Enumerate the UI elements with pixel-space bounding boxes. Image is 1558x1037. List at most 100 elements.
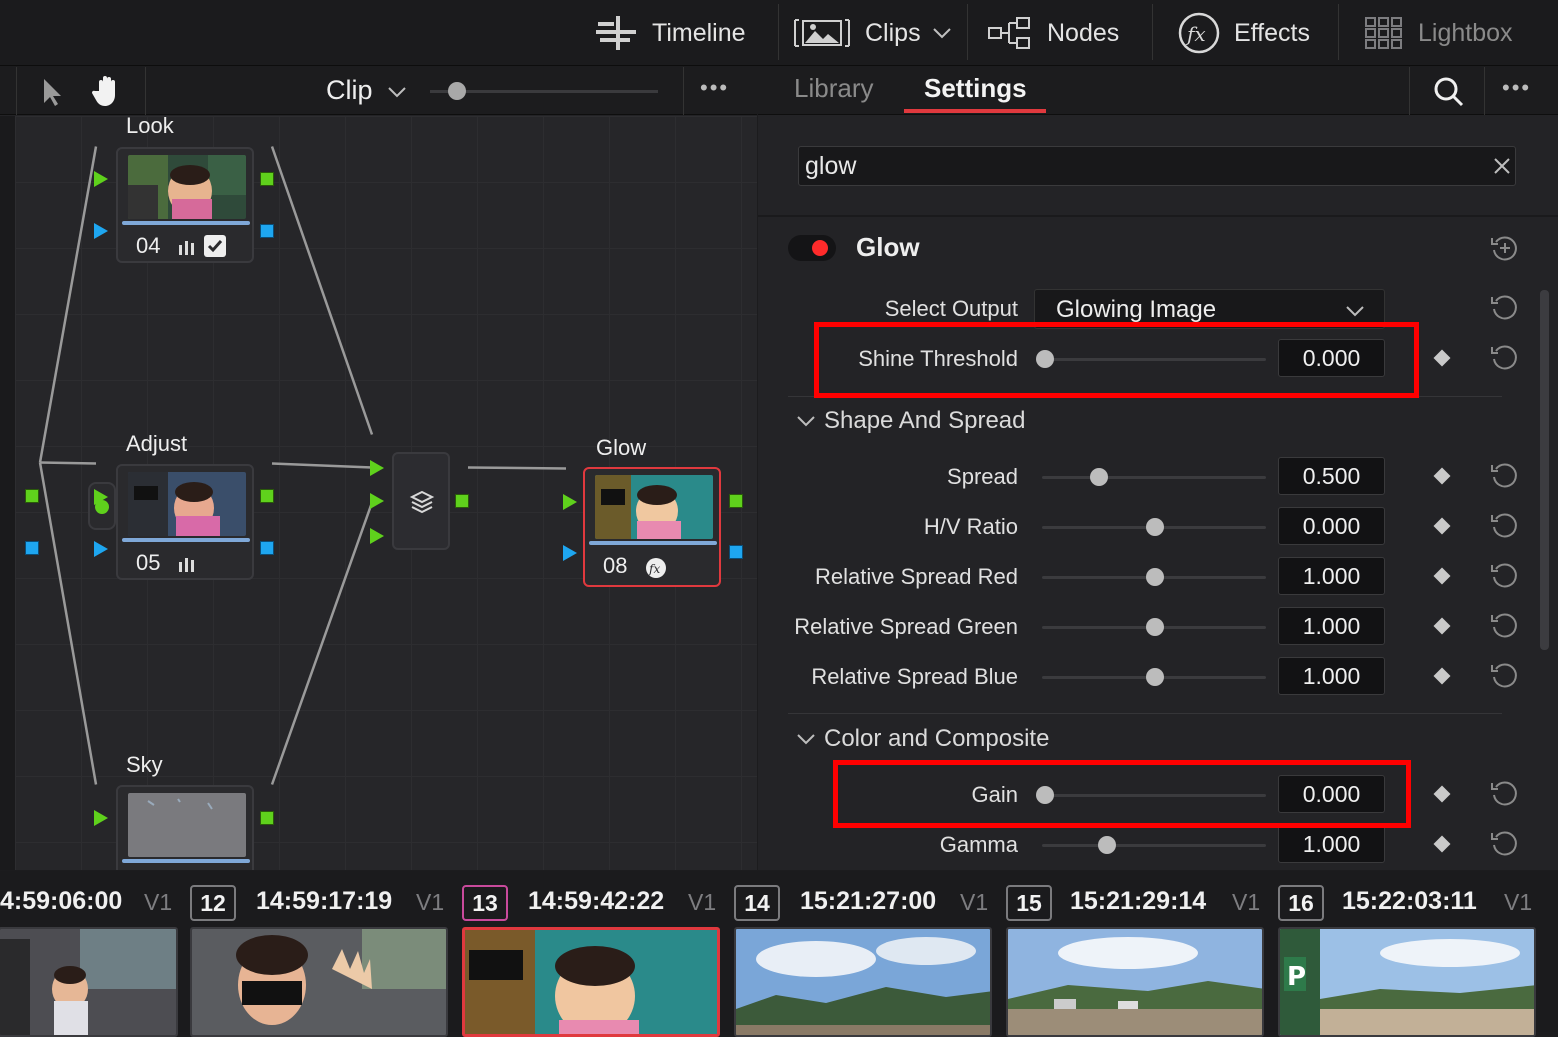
effect-enable-toggle[interactable] bbox=[788, 235, 836, 261]
mixer-input-2[interactable] bbox=[370, 493, 384, 509]
reset-icon[interactable] bbox=[1490, 611, 1518, 639]
settings-scrollbar[interactable] bbox=[1540, 290, 1549, 650]
timeline-clip-selected[interactable]: 13 14:59:42:22 V1 bbox=[462, 871, 722, 1037]
reset-icon[interactable] bbox=[1490, 661, 1518, 689]
glow-input-rgb[interactable] bbox=[563, 494, 577, 510]
adjust-input-rgb[interactable] bbox=[94, 489, 108, 505]
clips-label: Clips bbox=[865, 18, 921, 47]
node-sky[interactable] bbox=[116, 785, 254, 870]
input-port-blue[interactable] bbox=[25, 541, 39, 555]
timeline-clip[interactable]: 4:59:06:00 V1 bbox=[0, 871, 180, 1037]
relative-spread-red-slider[interactable] bbox=[1042, 568, 1266, 586]
search-input[interactable] bbox=[805, 151, 1465, 181]
keyframe-icon[interactable] bbox=[1433, 567, 1451, 585]
clips-button[interactable]: Clips bbox=[793, 0, 953, 66]
clip-number: 13 bbox=[462, 885, 508, 921]
timeline-button[interactable]: Timeline bbox=[594, 0, 746, 66]
gamma-slider[interactable] bbox=[1042, 836, 1266, 854]
relative-spread-blue-slider[interactable] bbox=[1042, 668, 1266, 686]
node-number: 08 bbox=[603, 553, 628, 578]
mixer-input-3[interactable] bbox=[370, 528, 384, 544]
look-output-rgb[interactable] bbox=[260, 172, 274, 186]
clip-track: V1 bbox=[416, 889, 445, 915]
section-shape-and-spread[interactable]: Shape And Spread bbox=[824, 407, 1026, 435]
adjust-input-alpha[interactable] bbox=[94, 541, 108, 557]
relative-spread-green-value[interactable]: 1.000 bbox=[1278, 607, 1385, 645]
clip-thumbnail bbox=[462, 927, 720, 1037]
settings-more-button[interactable]: ••• bbox=[1502, 75, 1531, 101]
clip-track: V1 bbox=[1504, 889, 1533, 915]
adjust-output-rgb[interactable] bbox=[260, 489, 274, 503]
glow-output-rgb[interactable] bbox=[729, 494, 743, 508]
chevron-down-icon[interactable] bbox=[796, 414, 816, 428]
keyframe-icon[interactable] bbox=[1433, 617, 1451, 635]
clip-timecode: 14:59:17:19 bbox=[256, 887, 393, 915]
timeline-clip[interactable]: 15 15:21:29:14 V1 bbox=[1006, 871, 1266, 1037]
sky-input-rgb[interactable] bbox=[94, 810, 108, 826]
reset-icon[interactable] bbox=[1490, 829, 1518, 857]
node-look[interactable]: 04 bbox=[116, 147, 254, 263]
nodes-button[interactable]: Nodes bbox=[987, 0, 1119, 66]
nodes-label: Nodes bbox=[1047, 18, 1120, 47]
search-icon[interactable] bbox=[1432, 75, 1466, 109]
timeline-clip[interactable]: 12 14:59:17:19 V1 bbox=[190, 871, 450, 1037]
chevron-down-icon[interactable] bbox=[796, 732, 816, 746]
reset-add-icon[interactable] bbox=[1490, 234, 1518, 262]
look-output-alpha[interactable] bbox=[260, 224, 274, 238]
effects-button[interactable]: fx Effects bbox=[1178, 0, 1310, 66]
reset-icon[interactable] bbox=[1490, 293, 1518, 321]
gamma-value[interactable]: 1.000 bbox=[1278, 825, 1385, 863]
keyframe-icon[interactable] bbox=[1433, 785, 1451, 803]
lightbox-button[interactable]: Lightbox bbox=[1364, 0, 1513, 66]
tab-settings[interactable]: Settings bbox=[924, 73, 1027, 104]
look-input-rgb[interactable] bbox=[94, 171, 108, 187]
mixer-input-1[interactable] bbox=[370, 460, 384, 476]
look-input-alpha[interactable] bbox=[94, 223, 108, 239]
hv-ratio-slider[interactable] bbox=[1042, 518, 1266, 536]
close-icon[interactable] bbox=[1493, 157, 1511, 175]
tab-library[interactable]: Library bbox=[794, 73, 873, 104]
reset-icon[interactable] bbox=[1490, 461, 1518, 489]
checkbox-icon[interactable] bbox=[204, 235, 226, 257]
clip-thumbnail bbox=[190, 927, 448, 1037]
svg-text:fx: fx bbox=[1185, 22, 1206, 46]
layer-mixer-node[interactable] bbox=[392, 452, 450, 550]
relative-spread-green-slider[interactable] bbox=[1042, 618, 1266, 636]
fx-icon: fx bbox=[646, 558, 666, 578]
reset-icon[interactable] bbox=[1490, 561, 1518, 589]
timeline-clip[interactable]: 14 15:21:27:00 V1 bbox=[734, 871, 994, 1037]
node-thumbnail bbox=[128, 472, 246, 536]
keyframe-icon[interactable] bbox=[1433, 667, 1451, 685]
relative-spread-red-value[interactable]: 1.000 bbox=[1278, 557, 1385, 595]
hv-ratio-label: H/V Ratio bbox=[923, 514, 1018, 539]
clip-thumbnail bbox=[734, 927, 992, 1037]
clip-timecode: 4:59:06:00 bbox=[0, 887, 123, 915]
keyframe-icon[interactable] bbox=[1433, 467, 1451, 485]
node-adjust[interactable]: 05 bbox=[116, 464, 254, 580]
node-label-sky: Sky bbox=[126, 752, 163, 777]
spread-value[interactable]: 0.500 bbox=[1278, 457, 1385, 495]
lightbox-grid-icon bbox=[1365, 17, 1402, 49]
reset-icon[interactable] bbox=[1490, 779, 1518, 807]
top-toolbar: Timeline Clips Nodes fx Effects Lightbox bbox=[0, 0, 1558, 66]
node-glow[interactable]: 08 fx bbox=[583, 467, 721, 587]
keyframe-icon[interactable] bbox=[1433, 349, 1451, 367]
reset-icon[interactable] bbox=[1490, 343, 1518, 371]
glow-output-alpha[interactable] bbox=[729, 545, 743, 559]
keyframe-icon[interactable] bbox=[1433, 835, 1451, 853]
glow-input-alpha[interactable] bbox=[563, 545, 577, 561]
reset-icon[interactable] bbox=[1490, 511, 1518, 539]
effects-search[interactable] bbox=[798, 146, 1516, 186]
hv-ratio-value[interactable]: 0.000 bbox=[1278, 507, 1385, 545]
mixer-output[interactable] bbox=[455, 494, 469, 508]
sky-output-rgb[interactable] bbox=[260, 811, 274, 825]
spread-slider[interactable] bbox=[1042, 468, 1266, 486]
clip-track: V1 bbox=[1232, 889, 1261, 915]
timeline-clip[interactable]: 16 15:22:03:11 V1 P bbox=[1278, 871, 1538, 1037]
section-color-and-composite[interactable]: Color and Composite bbox=[824, 725, 1049, 753]
adjust-output-alpha[interactable] bbox=[260, 541, 274, 555]
relative-spread-blue-value[interactable]: 1.000 bbox=[1278, 657, 1385, 695]
keyframe-icon[interactable] bbox=[1433, 517, 1451, 535]
input-port-green[interactable] bbox=[25, 489, 39, 503]
nodes-icon bbox=[988, 17, 1030, 49]
